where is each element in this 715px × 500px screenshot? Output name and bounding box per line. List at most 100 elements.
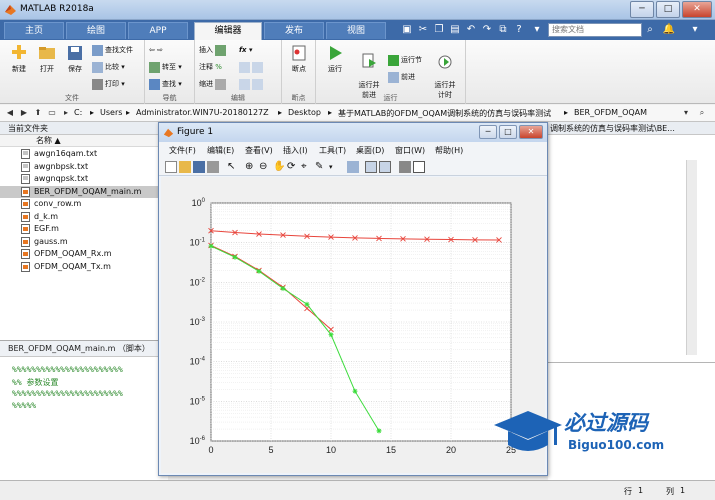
file-list-item[interactable]: OFDM_OQAM_Tx.m [0, 261, 167, 273]
file-list-item[interactable]: EGF.m [0, 223, 167, 235]
path-project[interactable]: 基于MATLAB的OFDM_OQAM调制系统的仿真与误码率测试 [338, 108, 551, 119]
comment-button[interactable]: 注释 % [199, 61, 222, 74]
tab-home[interactable]: 主页 [4, 22, 64, 39]
file-list-item[interactable]: d_k.m [0, 211, 167, 223]
file-list-item[interactable]: gauss.m [0, 236, 167, 248]
brush-icon[interactable]: ✎ [315, 161, 327, 173]
tab-editor[interactable]: 编辑器 [194, 22, 262, 40]
path-ber-folder[interactable]: BER_OFDM_OQAM [574, 108, 647, 117]
path-dropdown-icon[interactable]: ▸ [60, 107, 72, 119]
tab-view[interactable]: 视图 [326, 22, 386, 39]
code-editor[interactable]: %%%%%%%%%%%%%%%%%%%%%%% %% 参数设置 %%%%%%%%… [0, 357, 168, 480]
menu-file[interactable]: 文件(F) [169, 145, 196, 156]
new-button[interactable]: 新建 [4, 44, 34, 74]
run-section-button[interactable]: 运行节 [388, 54, 422, 67]
collapse-toolstrip-icon[interactable]: ▾ [688, 23, 702, 37]
back-arrow-icon[interactable]: ◀ [4, 107, 16, 119]
file-list-item[interactable]: conv_row.m [0, 198, 167, 210]
show-plot-tools-icon[interactable] [413, 161, 425, 173]
edit-plot-arrow-icon[interactable]: ↖ [227, 161, 239, 173]
name-column-header[interactable]: 名称 ▲ [0, 135, 167, 147]
find-files-button[interactable]: 查找文件 [92, 44, 133, 57]
rotate-3d-icon[interactable]: ⟳ [287, 161, 299, 173]
close-button[interactable]: ✕ [682, 1, 712, 18]
file-list-item[interactable]: awgnqpsk.txt [0, 173, 167, 185]
folder-up-icon[interactable]: ⬆ [32, 107, 44, 119]
insert-legend-icon[interactable] [379, 161, 391, 173]
figure-minimize-button[interactable]: ─ [479, 125, 497, 139]
menu-window[interactable]: 窗口(W) [395, 145, 425, 156]
figure-title-bar[interactable]: Figure 1 ─ □ ✕ [159, 123, 547, 142]
path-desktop[interactable]: Desktop [288, 108, 321, 117]
editor-file-title[interactable]: BER_OFDM_OQAM_main.m （脚本） [0, 340, 168, 357]
brush-dropdown-icon[interactable]: ▾ [329, 161, 341, 173]
address-search-icon[interactable]: ⌕ [696, 107, 708, 119]
redo-icon[interactable]: ↷ [480, 23, 494, 37]
cut-icon[interactable]: ✂ [416, 23, 430, 37]
minimize-button[interactable]: ─ [630, 1, 654, 18]
file-list-item[interactable]: awgn16qam.txt [0, 148, 167, 160]
hide-plot-tools-icon[interactable] [399, 161, 411, 173]
pan-hand-icon[interactable]: ✋ [273, 161, 285, 173]
maximize-button[interactable]: □ [656, 1, 680, 18]
code-line[interactable]: %%%%%%%%%%%%%%%%%%%%%%% [12, 389, 123, 398]
copy-icon[interactable]: ❐ [432, 23, 446, 37]
file-list-item[interactable]: OFDM_OQAM_Rx.m [0, 248, 167, 260]
menu-help[interactable]: 帮助(H) [435, 145, 463, 156]
file-list-item[interactable]: BER_OFDM_OQAM_main.m [0, 185, 167, 198]
path-users[interactable]: Users [100, 108, 122, 117]
code-line[interactable]: %%%%%%%%%%%%%%%%%%%%%%% [12, 365, 123, 374]
indent-tools[interactable] [239, 78, 265, 91]
save-button[interactable]: 保存 [60, 44, 90, 74]
save-figure-icon[interactable] [193, 161, 205, 173]
tab-apps[interactable]: APP [128, 22, 188, 39]
figure-close-button[interactable]: ✕ [519, 125, 543, 139]
data-cursor-icon[interactable]: ⌖ [301, 161, 313, 173]
forward-arrow-icon[interactable]: ▶ [18, 107, 30, 119]
path-admin[interactable]: Administrator.WIN7U-20180127Z [136, 108, 269, 117]
figure-window[interactable]: Figure 1 ─ □ ✕ 文件(F) 编辑(E) 查看(V) 插入(I) 工… [158, 122, 548, 476]
search-docs-input[interactable]: 搜索文档 [548, 23, 642, 37]
path-drive[interactable]: C: [74, 108, 82, 117]
notification-icon[interactable]: 🔔 [662, 23, 676, 37]
zoom-out-icon[interactable]: ⊖ [259, 161, 271, 173]
print-figure-icon[interactable] [207, 161, 219, 173]
dropdown-icon[interactable]: ▾ [530, 23, 544, 37]
goto-button[interactable]: 转至 ▾ [149, 61, 182, 74]
tab-publish[interactable]: 发布 [264, 22, 324, 39]
code-line[interactable]: %%%%% [12, 401, 36, 410]
zoom-in-icon[interactable]: ⊕ [245, 161, 257, 173]
advance-button[interactable]: 前进 [388, 71, 415, 84]
run-advance-button[interactable]: 运行并 前进 [352, 44, 386, 100]
tab-plots[interactable]: 绘图 [66, 22, 126, 39]
find-button[interactable]: 查找 ▾ [149, 78, 182, 91]
menu-insert[interactable]: 插入(I) [283, 145, 308, 156]
ber-plot[interactable]: 0 5 10 15 20 2510-610-510-410-310-210-1100 [161, 177, 545, 473]
file-list-item[interactable]: awgnbpsk.txt [0, 161, 167, 173]
open-button[interactable]: 打开 [32, 44, 62, 74]
insert-button[interactable]: 插入 [199, 44, 228, 57]
menu-desktop[interactable]: 桌面(D) [356, 145, 384, 156]
help-icon[interactable]: ? [512, 23, 526, 37]
run-button[interactable]: 运行 [320, 44, 350, 74]
run-and-time-button[interactable]: 运行并 计时 [428, 44, 462, 100]
new-figure-icon[interactable] [165, 161, 177, 173]
editor-scrollbar[interactable] [686, 160, 697, 355]
undo-icon[interactable]: ↶ [464, 23, 478, 37]
menu-tools[interactable]: 工具(T) [319, 145, 346, 156]
browse-folder-icon[interactable]: ▭ [46, 107, 58, 119]
insert-colorbar-icon[interactable] [365, 161, 377, 173]
switch-windows-icon[interactable]: ⧉ [496, 23, 510, 37]
address-dropdown-icon[interactable]: ▾ [680, 107, 692, 119]
search-icon[interactable]: ⌕ [643, 23, 657, 37]
compare-button[interactable]: 比较 ▾ [92, 61, 125, 74]
save-quick-icon[interactable]: ▣ [400, 23, 414, 37]
link-plot-icon[interactable] [347, 161, 359, 173]
comment-tools[interactable] [239, 61, 265, 74]
print-button[interactable]: 打印 ▾ [92, 78, 125, 91]
menu-view[interactable]: 查看(V) [245, 145, 273, 156]
figure-canvas[interactable]: 0 5 10 15 20 25 10-6 10-5 10-4 10-3 10-2 10-1 100 [161, 177, 545, 473]
code-line[interactable]: %% 参数设置 [12, 377, 58, 388]
editor-tab-path[interactable]: 调制系统的仿真与误码率测试\BE... [548, 122, 715, 135]
breakpoints-button[interactable]: 断点 [284, 44, 314, 74]
